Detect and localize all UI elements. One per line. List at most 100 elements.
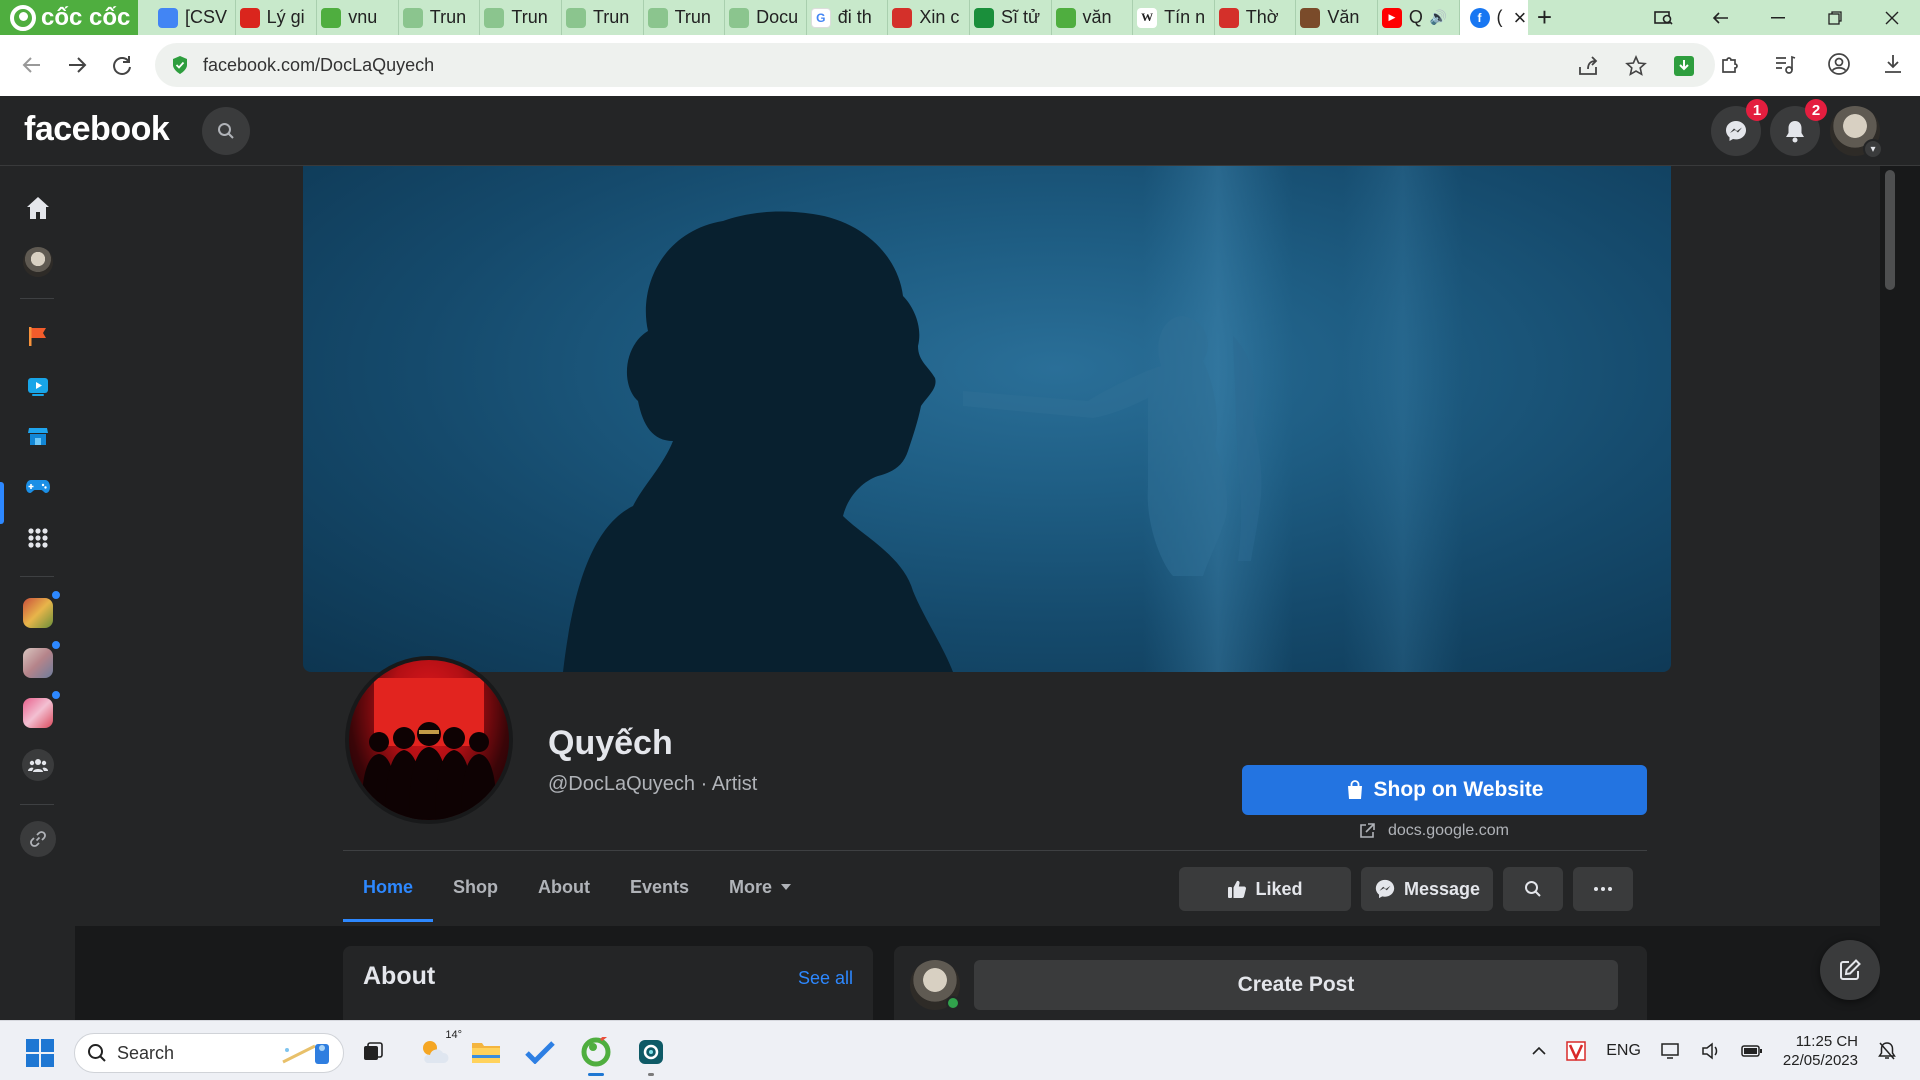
profile-icon[interactable] — [1826, 51, 1852, 77]
todo-app-icon[interactable] — [523, 1035, 557, 1069]
new-tab-button[interactable]: + — [1528, 2, 1562, 33]
download-green-icon[interactable] — [1671, 53, 1697, 79]
close-window-button[interactable] — [1863, 0, 1920, 35]
coccoc-brand-button[interactable]: cốc cốc — [0, 0, 138, 35]
youtube-icon: ▶ — [1381, 7, 1402, 28]
browser-tab[interactable]: Trun — [644, 0, 726, 35]
tab-home[interactable]: Home — [343, 852, 434, 922]
tab-more[interactable]: More — [709, 852, 812, 922]
browser-tab[interactable]: Sĩ tử — [970, 0, 1052, 35]
facebook-logo[interactable]: facebook — [24, 110, 170, 149]
shortcut-group-3[interactable] — [18, 689, 62, 733]
message-button-label: Message — [1403, 878, 1481, 899]
account-avatar[interactable]: ▾ — [1830, 106, 1883, 159]
media-playlist-icon[interactable] — [1772, 51, 1798, 77]
minimize-button[interactable] — [1749, 0, 1806, 35]
see-all-link[interactable]: See all — [798, 968, 853, 989]
taskbar-search-box[interactable]: Search — [74, 1033, 344, 1073]
restore-button[interactable] — [1806, 0, 1863, 35]
browser-tab[interactable]: Thờ — [1215, 0, 1297, 35]
pages-flag-icon[interactable] — [18, 316, 58, 356]
facebook-header: facebook 1 2 ▾ — [0, 96, 1920, 166]
message-button[interactable]: Message — [1361, 867, 1493, 911]
input-language[interactable]: ENG — [1606, 1042, 1641, 1060]
profile-shortcut-avatar[interactable] — [18, 242, 58, 282]
tab-audio-icon[interactable]: 🔊 — [1430, 9, 1447, 26]
file-explorer-icon[interactable] — [469, 1035, 503, 1069]
chevron-up-icon[interactable] — [1532, 1047, 1546, 1055]
task-view-icon[interactable] — [356, 1035, 390, 1069]
windows-start-icon[interactable] — [26, 1039, 54, 1067]
browser-tab-active[interactable]: f (× — [1459, 0, 1528, 35]
volume-icon[interactable] — [1701, 1042, 1721, 1060]
battery-icon[interactable] — [1741, 1043, 1763, 1059]
clock[interactable]: 11:25 CH 22/05/2023 — [1783, 1032, 1858, 1070]
browser-tab[interactable]: Docu — [725, 0, 807, 35]
notifications-badge: 2 — [1805, 99, 1827, 121]
snipping-app-icon[interactable] — [634, 1035, 668, 1076]
notification-bell-icon[interactable] — [1878, 1041, 1896, 1061]
antivirus-v-icon[interactable] — [1566, 1041, 1586, 1061]
url-text[interactable]: facebook.com/DocLaQuyech — [203, 55, 434, 76]
forward-button[interactable] — [55, 43, 99, 87]
browser-tab[interactable]: văn — [1052, 0, 1134, 35]
clock-time: 11:25 CH — [1795, 1033, 1858, 1050]
unread-dot — [50, 639, 62, 651]
close-tab-icon[interactable]: × — [1514, 5, 1527, 31]
facebook-search-button[interactable] — [202, 107, 250, 155]
gaming-icon[interactable] — [18, 466, 58, 506]
browser-tab[interactable]: Xin c — [888, 0, 970, 35]
browser-tab[interactable]: vnu — [317, 0, 399, 35]
weather-widget[interactable]: 14° — [414, 1029, 462, 1069]
shop-on-website-button[interactable]: Shop on Website — [1242, 765, 1647, 815]
thumbs-up-icon — [1228, 880, 1247, 898]
notifications-button[interactable]: 2 — [1770, 99, 1827, 156]
page-scrollbar[interactable] — [1880, 166, 1900, 1020]
browser-tab[interactable]: [CSV — [154, 0, 236, 35]
reload-button[interactable] — [100, 43, 144, 87]
page-search-button[interactable] — [1503, 867, 1563, 911]
browser-tab[interactable]: Trun — [399, 0, 481, 35]
tab-about[interactable]: About — [518, 852, 610, 922]
coccoc-taskbar-icon[interactable] — [579, 1035, 613, 1076]
extensions-puzzle-icon[interactable] — [1718, 51, 1744, 77]
tab-shop[interactable]: Shop — [433, 852, 518, 922]
tab-events[interactable]: Events — [610, 852, 709, 922]
watch-video-icon[interactable] — [18, 366, 58, 406]
shortcut-group-2[interactable] — [18, 639, 62, 683]
cover-photo[interactable] — [303, 166, 1671, 672]
browser-tab[interactable]: Gđi th — [807, 0, 889, 35]
shortcut-group-1[interactable] — [18, 589, 62, 633]
address-bar[interactable]: facebook.com/DocLaQuyech — [155, 43, 1715, 87]
liked-button[interactable]: Liked — [1179, 867, 1351, 911]
messenger-button[interactable]: 1 — [1711, 99, 1768, 156]
back-forward-cache-icon[interactable] — [1692, 0, 1749, 35]
share-icon[interactable] — [1575, 53, 1601, 79]
groups-icon[interactable] — [18, 745, 58, 785]
new-message-button[interactable] — [1820, 940, 1880, 1000]
scroll-thumb[interactable] — [1885, 170, 1895, 290]
website-link[interactable]: docs.google.com — [1358, 822, 1509, 840]
marketplace-icon[interactable] — [18, 416, 58, 456]
messenger-badge: 1 — [1746, 99, 1768, 121]
browser-tab[interactable]: Lý gi — [236, 0, 318, 35]
browser-tab[interactable]: Trun — [480, 0, 562, 35]
home-icon[interactable] — [18, 188, 58, 228]
bookmark-star-icon[interactable] — [1623, 53, 1649, 79]
network-icon[interactable] — [1661, 1042, 1681, 1060]
browser-tab[interactable]: Văn — [1296, 0, 1378, 35]
tab-search-icon[interactable] — [1635, 0, 1692, 35]
more-options-button[interactable] — [1573, 867, 1633, 911]
composer-avatar[interactable] — [910, 960, 960, 1010]
browser-tab[interactable]: ▶ Q 🔊 — [1378, 0, 1460, 35]
link-icon[interactable] — [18, 819, 58, 859]
back-button[interactable] — [10, 43, 54, 87]
create-post-button[interactable]: Create Post — [974, 960, 1618, 1010]
active-indicator — [0, 482, 4, 524]
browser-tab[interactable]: W Tín n — [1133, 0, 1215, 35]
menu-grid-icon[interactable] — [18, 518, 58, 558]
unread-dot — [50, 589, 62, 601]
downloads-icon[interactable] — [1880, 51, 1906, 77]
page-profile-picture[interactable] — [345, 656, 513, 824]
browser-tab[interactable]: Trun — [562, 0, 644, 35]
